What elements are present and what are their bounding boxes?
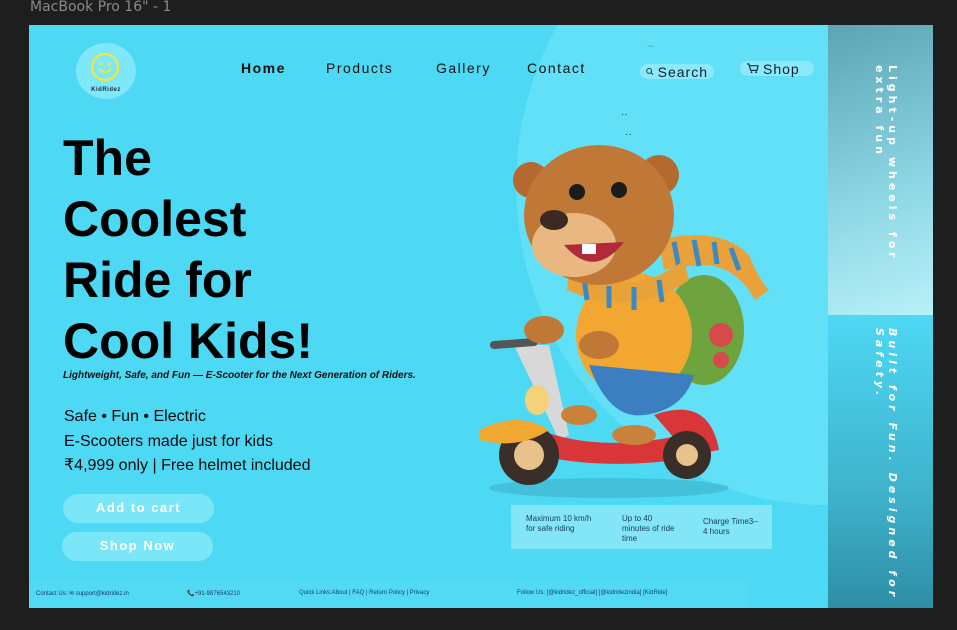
shop-label: Shop [763, 60, 800, 77]
headline-line: Ride for [63, 252, 252, 308]
shop-now-button[interactable]: Shop Now [62, 532, 213, 561]
decor-dots: ·· [625, 129, 632, 140]
decor-dots: ·· [621, 109, 628, 120]
main-panel: KidRidez Home Products Gallery Contact S… [29, 25, 829, 608]
feature-item: ₹4,999 only | Free helmet included [64, 457, 311, 474]
shop-button[interactable]: Shop [740, 60, 814, 77]
side-panel: Light-up wheels for extra fun Built for … [828, 25, 933, 608]
headline-line: The [63, 130, 152, 186]
footer: Contact Us: ✉ support@kidridez.in 📞+91-9… [29, 581, 749, 608]
search-icon [646, 67, 654, 75]
frame-label: MacBook Pro 16" - 1 [30, 0, 172, 15]
hero-headline: The Coolest Ride for Cool Kids! [63, 128, 463, 372]
headline-line: Cool Kids! [63, 313, 313, 369]
decor-dots: ··· [647, 43, 654, 50]
footer-contact[interactable]: Contact Us: ✉ support@kidridez.in [36, 590, 129, 597]
nav-products[interactable]: Products [326, 60, 393, 76]
footer-quick-links[interactable]: Quick Links:About | FAQ | Return Policy … [299, 590, 429, 596]
logo[interactable]: KidRidez [76, 43, 136, 99]
hero-tagline: Lightweight, Safe, and Fun — E-Scooter f… [63, 370, 416, 381]
footer-phone[interactable]: 📞+91-9876543210 [187, 590, 240, 597]
side-panel-bottom: Built for Fun. Designed for Safety. [828, 315, 933, 608]
footer-social[interactable]: Follow Us: [@kidridez_official] [@kidrid… [517, 590, 667, 596]
spec-battery: Up to 40 minutes of ride time [622, 514, 675, 543]
add-to-cart-button[interactable]: Add to cart [63, 494, 214, 523]
logo-text: KidRidez [91, 87, 121, 93]
spec-charge: Charge Time3– 4 hours [703, 517, 758, 536]
cart-icon [747, 63, 759, 74]
smiley-icon [90, 52, 120, 82]
feature-list: Safe • Fun • Electric E-Scooters made ju… [64, 405, 310, 479]
spec-strip: Maximum 10 km/h for safe riding Up to 40… [511, 505, 772, 549]
page-frame: KidRidez Home Products Gallery Contact S… [29, 25, 933, 608]
bear-scooter-illustration [479, 145, 769, 498]
feature-item: Safe • Fun • Electric [64, 408, 206, 425]
spec-speed: Maximum 10 km/h for safe riding [526, 514, 592, 533]
side-bottom-text: Built for Fun. Designed for Safety. [873, 328, 899, 601]
search-button[interactable]: Search [640, 63, 714, 80]
feature-item: E-Scooters made just for kids [64, 432, 273, 450]
headline-line: Coolest [63, 191, 247, 247]
nav-contact[interactable]: Contact [527, 60, 586, 76]
nav-gallery[interactable]: Gallery [436, 60, 491, 76]
side-panel-top: Light-up wheels for extra fun [828, 25, 933, 315]
side-top-text: Light-up wheels for extra fun [873, 65, 899, 262]
nav-home[interactable]: Home [241, 60, 286, 76]
search-label: Search [657, 63, 708, 80]
